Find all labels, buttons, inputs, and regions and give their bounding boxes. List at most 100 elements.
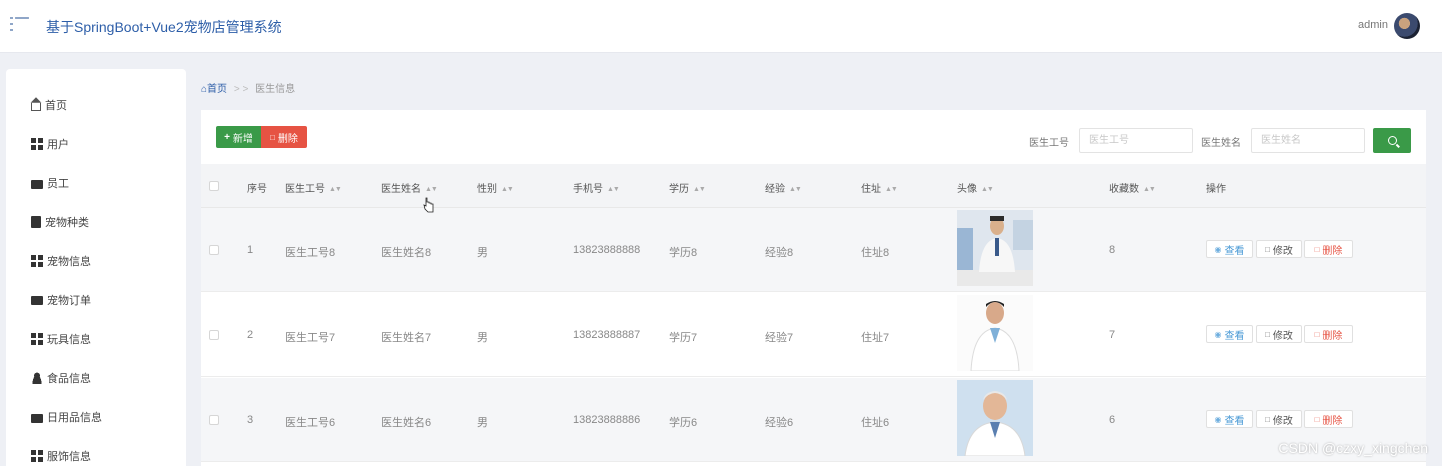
- sort-icon: ▲▼: [693, 186, 706, 193]
- sidebar-item-label: 服饰信息: [47, 451, 91, 463]
- edit-icon: □: [1265, 329, 1270, 339]
- plus-icon: +: [224, 131, 230, 143]
- view-button[interactable]: ◉ 查看: [1206, 325, 1253, 343]
- cell-address: 住址7: [861, 332, 890, 344]
- cell-phone: 13823888886: [573, 414, 641, 426]
- breadcrumb-home[interactable]: ⌂首页: [201, 84, 227, 95]
- sidebar-item-label: 宠物订单: [47, 295, 91, 307]
- user-name[interactable]: admin: [1358, 19, 1388, 31]
- sort-icon: ▲▼: [885, 186, 898, 193]
- cell-favorites: 7: [1109, 329, 1116, 341]
- grid-icon: [31, 138, 43, 150]
- cell-doctor-id: 医生工号7: [285, 332, 336, 344]
- add-button[interactable]: + 新增: [216, 126, 261, 148]
- view-button[interactable]: ◉ 查看: [1206, 240, 1253, 258]
- sort-icon: ▲▼: [501, 186, 514, 193]
- cell-address: 住址6: [861, 417, 890, 429]
- view-button[interactable]: ◉ 查看: [1206, 410, 1253, 428]
- doctor-photo[interactable]: [957, 380, 1033, 456]
- cell-index: 1: [247, 244, 254, 256]
- col-actions: 操作: [1206, 184, 1226, 195]
- menu-toggle-icon[interactable]: [10, 17, 30, 33]
- cell-experience: 经验8: [765, 247, 794, 259]
- sidebar-item-label: 食品信息: [47, 373, 91, 385]
- sidebar-item-staff[interactable]: 员工: [31, 174, 69, 192]
- sort-icon: ▲▼: [789, 186, 802, 193]
- search-id-label: 医生工号: [1029, 138, 1069, 149]
- col-avatar[interactable]: 头像 ▲▼: [957, 180, 994, 195]
- sidebar-item-daily-goods[interactable]: 日用品信息: [31, 408, 102, 426]
- delete-button[interactable]: □ 删除: [261, 126, 307, 148]
- col-favorites[interactable]: 收藏数 ▲▼: [1109, 180, 1156, 195]
- sidebar-item-toys[interactable]: 玩具信息: [31, 330, 91, 348]
- app-title: 基于SpringBoot+Vue2宠物店管理系统: [46, 19, 282, 35]
- edit-icon: □: [1265, 414, 1270, 424]
- sidebar-item-pet-info[interactable]: 宠物信息: [31, 252, 91, 270]
- select-all-checkbox[interactable]: [209, 181, 219, 191]
- eye-icon: ◉: [1214, 244, 1222, 254]
- sidebar-item-label: 员工: [47, 178, 69, 190]
- row-checkbox[interactable]: [209, 415, 219, 425]
- sort-icon: ▲▼: [1143, 186, 1156, 193]
- watermark: CSDN @czxy_xingchen: [1278, 440, 1428, 456]
- sidebar-item-pet-category[interactable]: 宠物种类: [31, 213, 89, 231]
- briefcase-icon: [31, 179, 43, 189]
- sidebar-item-food[interactable]: 食品信息: [31, 369, 91, 387]
- col-education[interactable]: 学历 ▲▼: [669, 180, 706, 195]
- row-delete-button[interactable]: □ 删除: [1304, 240, 1353, 258]
- edit-button[interactable]: □ 修改: [1256, 240, 1302, 258]
- person-icon: [31, 372, 43, 384]
- col-phone[interactable]: 手机号 ▲▼: [573, 180, 620, 195]
- breadcrumb: ⌂首页 > > 医生信息: [201, 80, 295, 95]
- cell-gender: 男: [477, 247, 488, 259]
- table-row: 2 医生工号7 医生姓名7 男 13823888887 学历7 经验7 住址7 …: [201, 293, 1426, 377]
- col-address[interactable]: 住址 ▲▼: [861, 180, 898, 195]
- col-doctor-id[interactable]: 医生工号 ▲▼: [285, 180, 342, 195]
- sidebar-item-clothing[interactable]: 服饰信息: [31, 447, 91, 465]
- edit-button[interactable]: □ 修改: [1256, 325, 1302, 343]
- grid-icon: [31, 450, 43, 462]
- cell-doctor-id: 医生工号6: [285, 417, 336, 429]
- edit-button[interactable]: □ 修改: [1256, 410, 1302, 428]
- row-delete-button[interactable]: □ 删除: [1304, 410, 1353, 428]
- cell-education: 学历8: [669, 247, 698, 259]
- row-checkbox[interactable]: [209, 245, 219, 255]
- table-row: 3 医生工号6 医生姓名6 男 13823888886 学历6 经验6 住址6 …: [201, 378, 1426, 462]
- hand-cursor-icon: [423, 197, 434, 213]
- breadcrumb-separator: > >: [233, 84, 249, 95]
- cell-doctor-name: 医生姓名8: [381, 247, 432, 259]
- trash-icon: □: [270, 132, 275, 142]
- col-doctor-name[interactable]: 医生姓名 ▲▼: [381, 180, 438, 195]
- card-icon: [31, 295, 43, 305]
- search-id-input[interactable]: [1079, 128, 1193, 153]
- trash-icon: □: [1314, 244, 1320, 254]
- suitcase-icon: [31, 413, 43, 423]
- user-avatar[interactable]: [1394, 13, 1420, 39]
- sort-icon: ▲▼: [607, 186, 620, 193]
- sidebar-item-pet-orders[interactable]: 宠物订单: [31, 291, 91, 309]
- cell-doctor-name: 医生姓名7: [381, 332, 432, 344]
- search-name-input[interactable]: [1251, 128, 1365, 153]
- sidebar: 首页 用户 员工 宠物种类 宠物信息 宠物订单 玩具信息 食品信息 日用品信息 …: [6, 69, 186, 466]
- search-icon: [1387, 136, 1397, 145]
- cell-doctor-name: 医生姓名6: [381, 417, 432, 429]
- eye-icon: ◉: [1214, 414, 1222, 424]
- cell-experience: 经验6: [765, 417, 794, 429]
- sidebar-item-home[interactable]: 首页: [31, 96, 67, 114]
- col-experience[interactable]: 经验 ▲▼: [765, 180, 802, 195]
- sidebar-item-label: 日用品信息: [47, 412, 102, 424]
- row-checkbox[interactable]: [209, 330, 219, 340]
- cell-experience: 经验7: [765, 332, 794, 344]
- doctor-photo[interactable]: [957, 295, 1033, 371]
- sidebar-item-users[interactable]: 用户: [31, 135, 69, 153]
- grid-icon: [31, 255, 43, 267]
- cell-education: 学历6: [669, 417, 698, 429]
- eye-icon: ◉: [1214, 329, 1222, 339]
- cell-favorites: 6: [1109, 414, 1116, 426]
- cell-index: 2: [247, 329, 254, 341]
- doctor-photo[interactable]: [957, 210, 1033, 286]
- search-button[interactable]: [1373, 128, 1411, 153]
- row-delete-button[interactable]: □ 删除: [1304, 325, 1353, 343]
- col-gender[interactable]: 性别 ▲▼: [477, 180, 514, 195]
- cell-phone: 13823888887: [573, 329, 641, 341]
